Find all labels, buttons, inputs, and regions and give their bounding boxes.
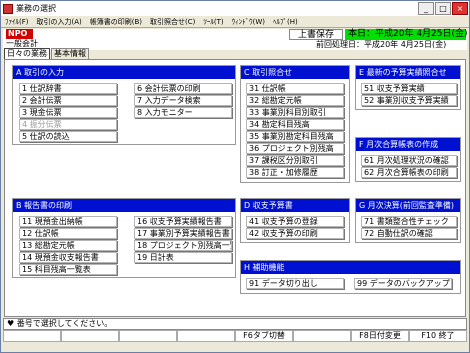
menu-item-71[interactable]: 71 書類整合性チェック [361,216,457,227]
menu-help[interactable]: ﾍﾙﾌﾟ(H) [269,16,302,27]
menu-item-5[interactable]: 5 仕訳の読込 [19,131,117,142]
menu-item-52[interactable]: 52 事業別収支予算実績 [361,95,457,106]
menu-file[interactable]: ﾌｧｲﾙ(F) [1,16,33,27]
menu-print[interactable]: 帳簿書の印刷(B) [86,16,146,27]
menu-item-3[interactable]: 3 現金伝票 [19,107,117,118]
menu-item-33[interactable]: 33 事業別科目別取引 [246,107,344,118]
section-c: C 取引照合せ 31 仕訳帳 32 総勘定元帳 33 事業別科目別取引 34 勘… [240,65,350,183]
section-g-title: G 月次決算(前回監査準備) [356,199,460,212]
menu-item-2[interactable]: 2 会計伝票 [19,95,117,106]
fkey-f10-exit[interactable]: F10 終了 [409,330,467,342]
menu-item-12[interactable]: 12 仕訳帳 [19,228,117,239]
menu-item-51[interactable]: 51 収支予算実績 [361,83,457,94]
main-window: 業務の選択 _ □ × ﾌｧｲﾙ(F) 取引の入力(A) 帳簿書の印刷(B) 取… [0,0,470,353]
tab-basic-info[interactable]: 基本情報 [51,48,89,59]
app-icon [3,3,13,14]
previous-date: 前回処理日：平成20年 4月25日(金) [316,40,447,49]
menu-item-14[interactable]: 14 現預金収支報告書 [19,252,117,263]
menu-item-42[interactable]: 42 収支予算の印刷 [246,228,344,239]
section-d-title: D 収支予算書 [241,199,349,212]
tab-daily[interactable]: 日々の業務 [4,48,50,59]
menu-item-38[interactable]: 38 訂正・加修履歴 [246,167,344,178]
menu-item-62[interactable]: 62 月次合算帳表の印刷 [361,167,457,178]
fkey-f3[interactable] [119,330,177,342]
menu-entry[interactable]: 取引の入力(A) [33,16,86,27]
section-b-title: B 報告書の印刷 [13,199,235,212]
menu-item-34[interactable]: 34 勘定科目残高 [246,119,344,130]
npo-badge: NPO [6,29,33,39]
minimize-icon[interactable]: _ [418,2,434,15]
menu-item-8[interactable]: 8 入力モニター [134,107,232,118]
menu-tools[interactable]: ﾂｰﾙ(T) [199,16,227,27]
menu-item-18[interactable]: 18 プロジェクト別残高一覧 [134,240,232,251]
menu-item-6[interactable]: 6 会計伝票の印刷 [134,83,232,94]
menu-inquiry[interactable]: 取引照合せ(C) [146,16,199,27]
menu-item-13[interactable]: 13 総勘定元帳 [19,240,117,251]
section-e-title: E 最新の予算実績照合せ [356,66,460,79]
menu-item-61[interactable]: 61 月次処理状況の確認 [361,155,457,166]
fkey-f6-tab-switch[interactable]: F6タブ切替 [235,330,293,342]
menu-item-11[interactable]: 11 現預金出納帳 [19,216,117,227]
menu-item-35[interactable]: 35 事業別勘定科目残高 [246,131,344,142]
menu-item-36[interactable]: 36 プロジェクト別残高 [246,143,344,154]
close-icon[interactable]: × [452,2,468,15]
menu-item-32[interactable]: 32 総勘定元帳 [246,95,344,106]
section-a: A 取引の入力 1 仕訳辞書 2 会計伝票 3 現金伝票 4 振分伝票 5 仕訳… [12,65,236,145]
menu-item-31[interactable]: 31 仕訳帳 [246,83,344,94]
fkey-f8-date-change[interactable]: F8日付変更 [351,330,409,342]
menu-bar: ﾌｧｲﾙ(F) 取引の入力(A) 帳簿書の印刷(B) 取引照合せ(C) ﾂｰﾙ(… [1,16,469,28]
menu-item-15[interactable]: 15 科目残高一覧表 [19,264,117,275]
maximize-icon[interactable]: □ [435,2,451,15]
fkey-f7[interactable] [293,330,351,342]
menu-item-7[interactable]: 7 入力データ検索 [134,95,232,106]
section-e: E 最新の予算実績照合せ 51 収支予算実績 52 事業別収支予算実績 [355,65,461,110]
menu-item-4: 4 振分伝票 [19,119,117,130]
section-h: H 補助機能 91 データ切り出し 99 データのバックアップ [240,260,461,294]
menu-item-99[interactable]: 99 データのバックアップ [354,278,452,289]
function-key-bar: F6タブ切替 F8日付変更 F10 終了 [3,330,467,342]
menu-item-37[interactable]: 37 課税区分別取引 [246,155,344,166]
menu-panel: A 取引の入力 1 仕訳辞書 2 会計伝票 3 現金伝票 4 振分伝票 5 仕訳… [4,59,466,317]
header-area: NPO 一般会計 上書保存 本日：平成20年 4月25日(金) 前回処理日：平成… [3,29,468,50]
fkey-f2[interactable] [61,330,119,342]
fkey-f4[interactable] [177,330,235,342]
status-message: ♥ 番号で選択してください。 [3,318,467,330]
menu-window[interactable]: ｳｨﾝﾄﾞｳ(W) [228,16,269,27]
title-bar: 業務の選択 _ □ × [1,1,469,16]
menu-item-16[interactable]: 16 収支予算実績報告書 [134,216,232,227]
menu-item-72[interactable]: 72 自動仕訳の確認 [361,228,457,239]
section-g: G 月次決算(前回監査準備) 71 書類整合性チェック 72 自動仕訳の確認 [355,198,461,243]
menu-item-19[interactable]: 19 日計表 [134,252,232,263]
fkey-f1[interactable] [3,330,61,342]
bottom-strip [1,342,469,352]
menu-item-17[interactable]: 17 事業別予算実績報告書 [134,228,232,239]
section-h-title: H 補助機能 [241,261,460,274]
section-a-title: A 取引の入力 [13,66,235,79]
menu-item-91[interactable]: 91 データ切り出し [246,278,344,289]
section-f-title: F 月次合算帳表の作成 [356,138,460,151]
section-f: F 月次合算帳表の作成 61 月次処理状況の確認 62 月次合算帳表の印刷 [355,137,461,182]
section-b: B 報告書の印刷 11 現預金出納帳 12 仕訳帳 13 総勘定元帳 14 現預… [12,198,236,278]
section-d: D 収支予算書 41 収支予算の登録 42 収支予算の印刷 [240,198,350,243]
menu-item-1[interactable]: 1 仕訳辞書 [19,83,117,94]
section-c-title: C 取引照合せ [241,66,349,79]
window-title: 業務の選択 [16,4,56,13]
menu-item-41[interactable]: 41 収支予算の登録 [246,216,344,227]
tab-strip: 日々の業務 基本情報 [4,48,90,59]
